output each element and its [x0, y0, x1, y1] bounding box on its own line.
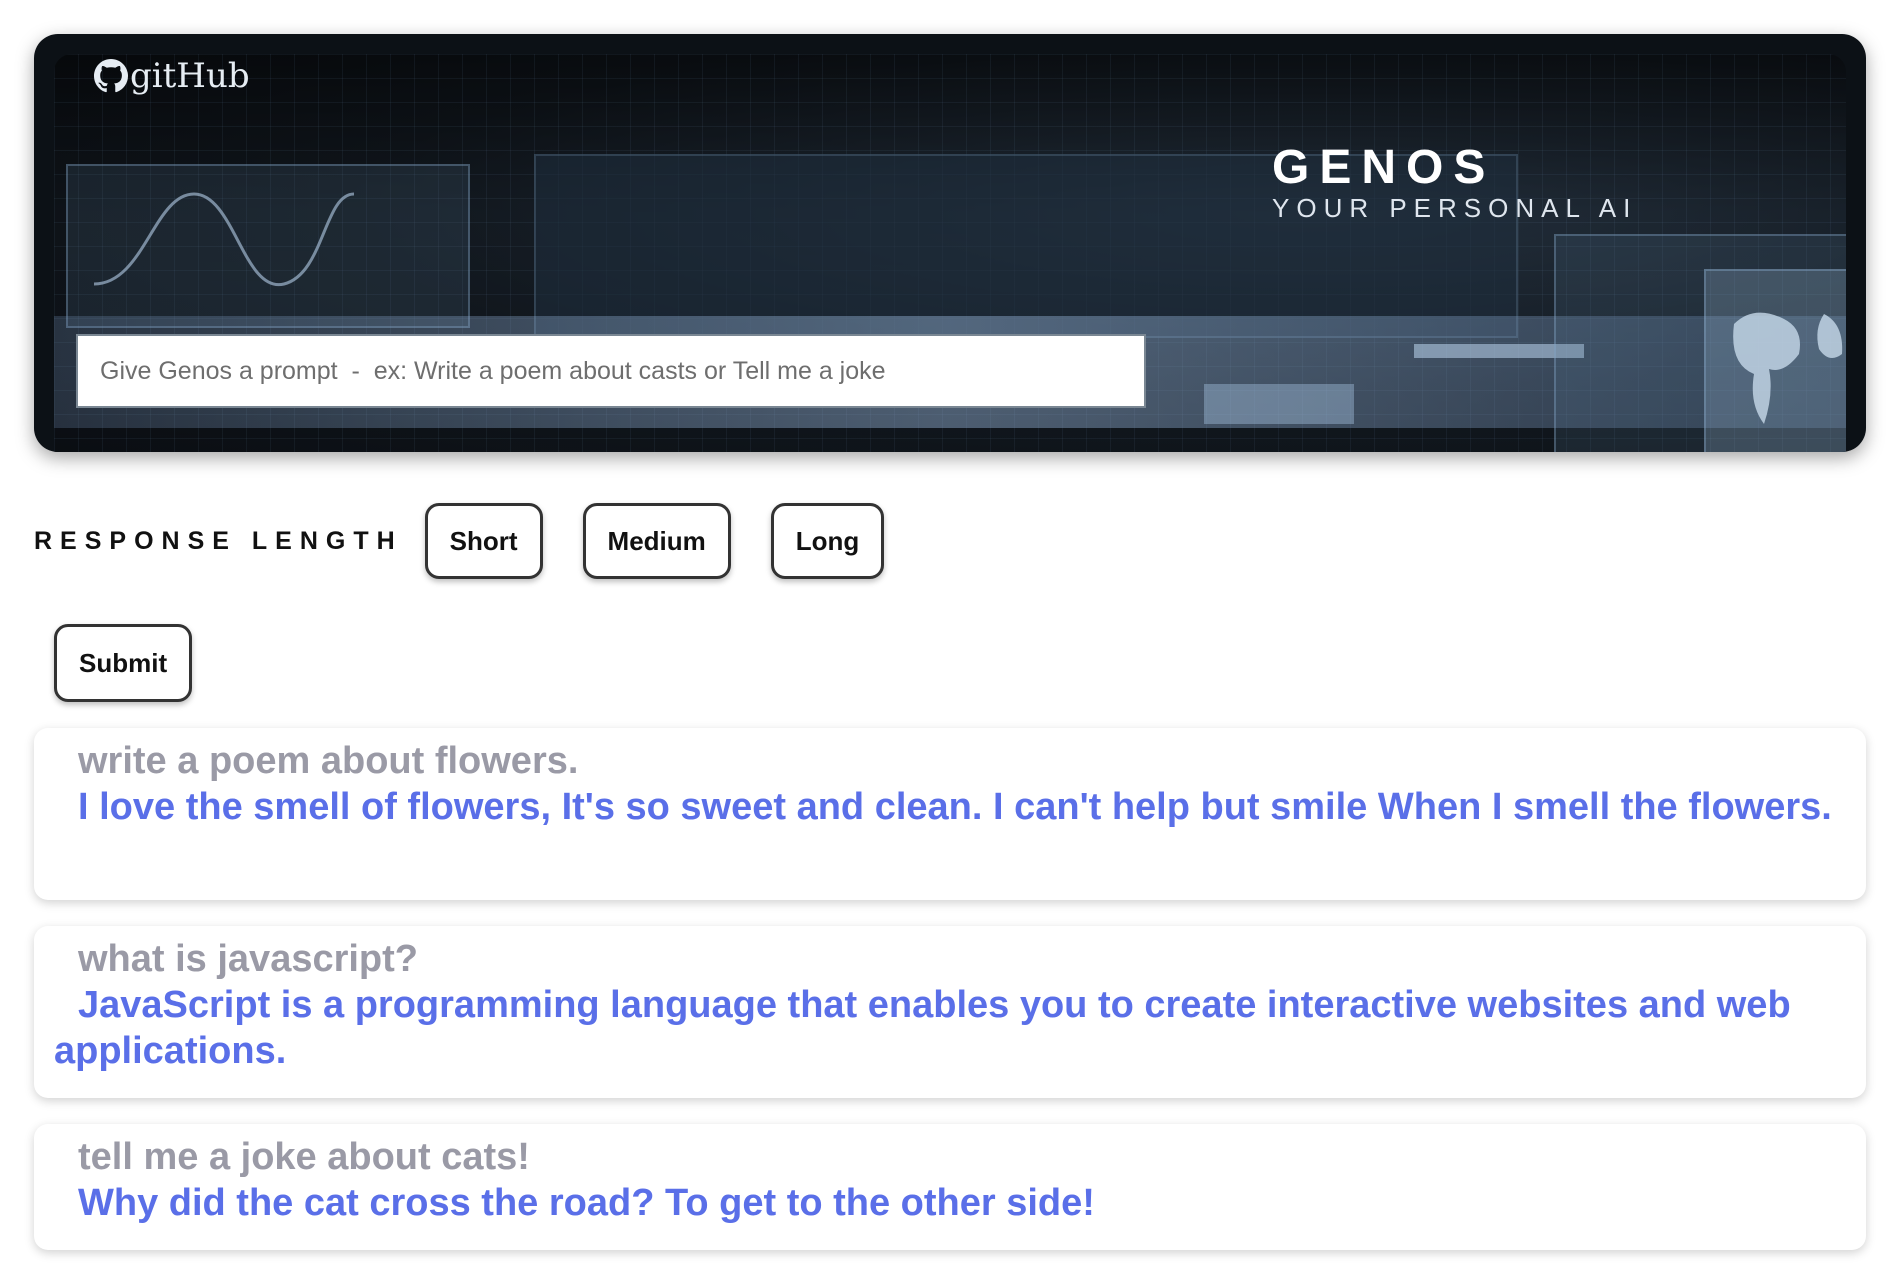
- response-prompt: what is javascript?: [78, 938, 419, 980]
- length-short-button[interactable]: Short: [424, 503, 543, 579]
- response-card: write a poem about flowers. I love the s…: [34, 728, 1866, 900]
- page-title: GENOS: [1272, 141, 1496, 194]
- length-medium-button[interactable]: Medium: [582, 503, 731, 579]
- response-prompt: write a poem about flowers.: [78, 740, 579, 782]
- page: gitHub GENOS YOUR PERSONAL AI RESPONSE L…: [0, 0, 1898, 1288]
- page-subtitle: YOUR PERSONAL AI: [1272, 193, 1638, 223]
- response-card: tell me a joke about cats! Why did the c…: [34, 1124, 1866, 1250]
- response-length-label: RESPONSE LENGTH: [34, 526, 403, 555]
- hud-wave-graph: [93, 192, 355, 287]
- response-answer: JavaScript is a programming language tha…: [54, 984, 1791, 1072]
- github-icon: [94, 59, 128, 93]
- brand: GENOS YOUR PERSONAL AI: [1272, 141, 1638, 223]
- prompt-input[interactable]: [76, 334, 1146, 408]
- github-logo-text: gitHub: [130, 56, 250, 96]
- hud-block: [1204, 384, 1354, 424]
- response-length-group: RESPONSE LENGTH Short Medium Long: [34, 502, 924, 580]
- hud-world-map: [1733, 312, 1843, 424]
- response-answer: Why did the cat cross the road? To get t…: [78, 1182, 1095, 1224]
- github-link[interactable]: gitHub: [94, 56, 250, 96]
- response-answer: I love the smell of flowers, It's so swe…: [78, 786, 1832, 828]
- response-card: what is javascript? JavaScript is a prog…: [34, 926, 1866, 1098]
- response-prompt: tell me a joke about cats!: [78, 1136, 530, 1178]
- hero-banner: gitHub GENOS YOUR PERSONAL AI: [34, 34, 1866, 452]
- submit-button[interactable]: Submit: [54, 624, 192, 702]
- length-long-button[interactable]: Long: [770, 503, 885, 579]
